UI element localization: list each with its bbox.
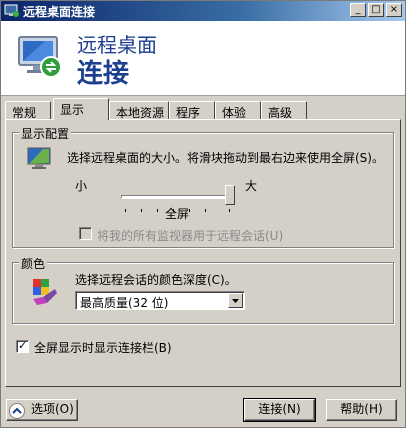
use-all-monitors-checkbox[interactable] [79,227,92,240]
options-label: 选项(O) [31,402,74,416]
title-bar[interactable]: 远程桌面连接 _ □ × [1,1,405,21]
banner-title-line2: 连接 [77,59,130,89]
show-connection-bar-checkbox[interactable]: ✓ [16,339,29,353]
help-button[interactable]: 帮助(H) [326,399,397,421]
colors-title: 颜色 [19,255,48,272]
slider-min-label: 小 [75,179,88,193]
display-size-slider-thumb[interactable] [225,185,235,205]
checkmark-icon: ✓ [18,339,28,352]
window-title: 远程桌面连接 [23,5,96,19]
connect-button[interactable]: 连接(N) [243,398,316,422]
color-depth-value: 最高质量(32 位) [80,296,169,310]
header-banner: 远程桌面 连接 [1,21,405,96]
colors-description: 选择远程会话的颜色深度(C)。 [75,273,237,287]
color-depth-select[interactable]: 最高质量(32 位) [75,291,245,310]
display-size-slider-track[interactable] [121,195,233,199]
options-button[interactable]: 选项(O) [6,399,78,421]
slider-tick [189,209,190,212]
slider-tick [229,209,230,212]
monitor-network-icon [18,36,62,78]
remote-desktop-icon [4,4,19,17]
tab-general[interactable]: 常规 [5,101,51,120]
tab-advanced[interactable]: 高级 [261,101,307,120]
show-connection-bar-label: 全屏显示时显示连接栏(B) [34,341,172,355]
tab-programs[interactable]: 程序 [169,101,215,120]
display-size-icon [27,147,51,169]
close-button[interactable]: × [386,3,402,17]
tab-experience[interactable]: 体验 [215,101,261,120]
slider-max-label: 大 [245,179,258,193]
maximize-button[interactable]: □ [368,3,384,17]
slider-tick [157,209,158,212]
display-tab-panel: 显示配置 选择远程桌面的大小。将滑块拖动到最右边来使用全屏(S)。 小 大 全屏… [5,119,401,387]
use-all-monitors-label: 将我的所有监视器用于远程会话(U) [97,229,284,243]
display-config-title: 显示配置 [19,125,72,142]
display-config-description: 选择远程桌面的大小。将滑块拖动到最右边来使用全屏(S)。 [67,151,384,165]
tab-display[interactable]: 显示 [53,98,109,120]
slider-tick [125,209,126,212]
tab-local-resources[interactable]: 本地资源 [109,101,169,120]
slider-tick [205,209,206,212]
dropdown-arrow-button[interactable] [228,293,243,308]
color-palette-icon [33,279,57,305]
display-config-group: 显示配置 选择远程桌面的大小。将滑块拖动到最右边来使用全屏(S)。 小 大 全屏… [12,125,394,248]
colors-group: 颜色 选择远程会话的颜色深度(C)。 最高质量(32 位) [12,255,394,324]
minimize-button[interactable]: _ [350,3,366,17]
slider-tick [141,209,142,212]
slider-value-label: 全屏 [165,207,190,221]
rdc-window: 远程桌面连接 _ □ × 远程桌面 连接 常规 显示 本地资源 程序 体验 高级… [0,0,406,428]
chevron-up-icon [9,403,25,419]
chevron-down-icon [232,299,239,303]
